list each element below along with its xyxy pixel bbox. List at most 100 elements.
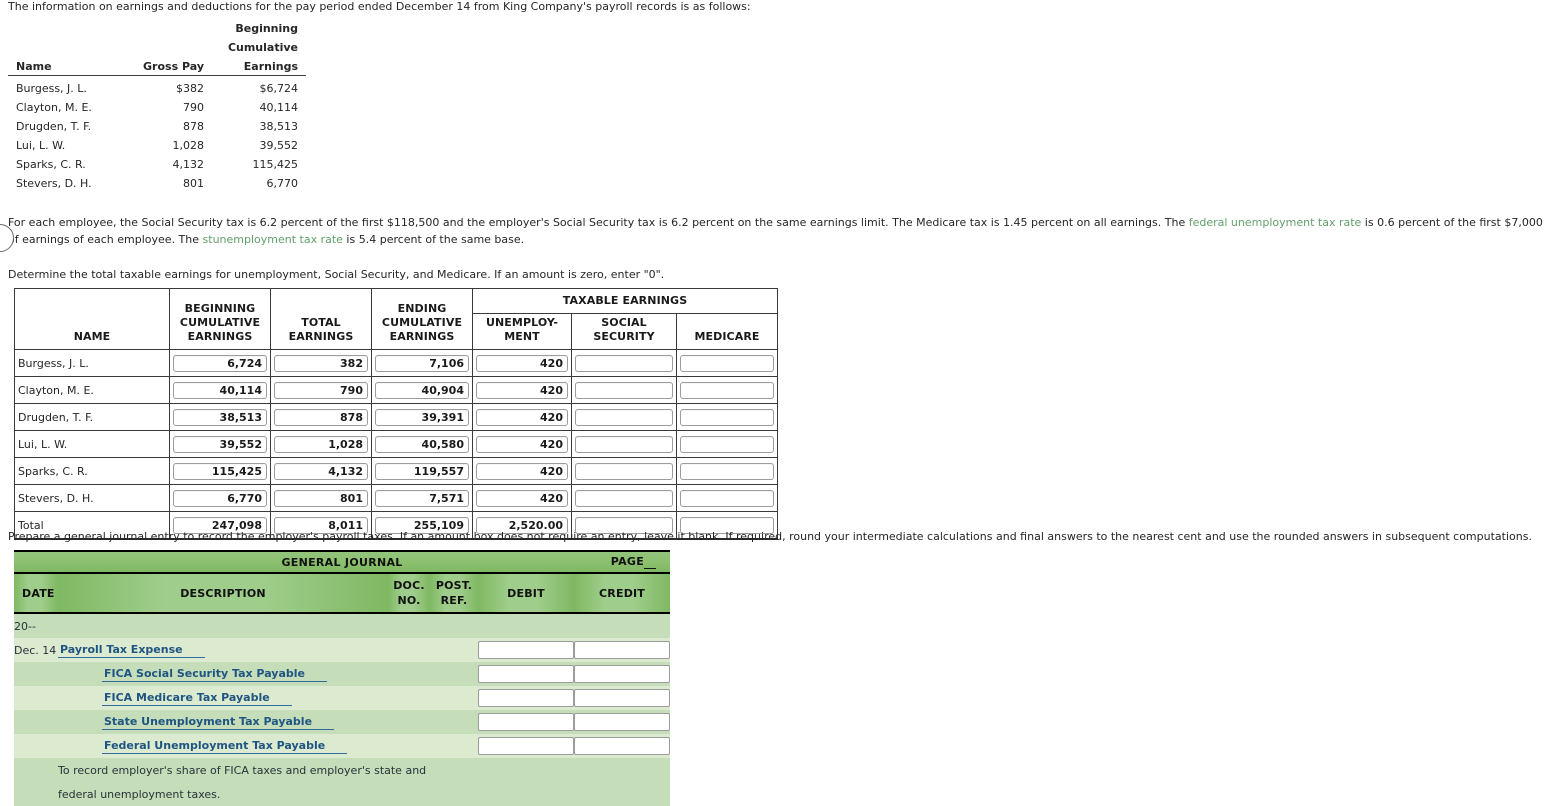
earnings-cell-beginning[interactable]: 6,724 [169,349,271,377]
earnings-cell-social-security[interactable] [571,457,677,485]
debit-input[interactable] [478,665,574,683]
earnings-cell-beginning[interactable]: 38,513 [169,403,271,431]
earnings-cell-social-security[interactable] [571,376,677,404]
journal-entry-description[interactable]: Federal Unemployment Tax Payable [58,734,388,758]
earnings-cell-social-security[interactable] [571,403,677,431]
unemployment-input[interactable]: 420 [476,489,568,507]
state-unemployment-tax-rate-link-end[interactable]: unemployment tax rate [213,233,343,246]
journal-entry-debit-cell[interactable] [478,638,574,662]
ending-earnings-input[interactable]: 40,580 [375,435,469,453]
credit-input[interactable] [574,737,671,755]
total-earnings-input[interactable]: 790 [274,381,368,399]
medicare-input[interactable] [680,408,774,426]
earnings-cell-beginning[interactable]: 6,770 [169,484,271,512]
earnings-cell-social-security[interactable] [571,349,677,377]
earnings-cell-medicare[interactable] [676,457,778,485]
ending-earnings-input[interactable]: 40,904 [375,381,469,399]
journal-entry-credit-cell[interactable] [574,734,671,758]
unemployment-input[interactable]: 420 [476,462,568,480]
journal-entry-description[interactable]: FICA Social Security Tax Payable [58,662,388,686]
medicare-input[interactable] [680,462,774,480]
journal-entry-debit-cell[interactable] [478,686,574,710]
beginning-earnings-input[interactable]: 38,513 [173,408,267,426]
earnings-cell-beginning[interactable]: 40,114 [169,376,271,404]
earnings-cell-medicare[interactable] [676,484,778,512]
journal-entry-credit-cell[interactable] [574,686,671,710]
journal-entry-description[interactable]: State Unemployment Tax Payable [58,710,388,734]
journal-entry-credit-cell[interactable] [574,662,671,686]
social-security-input[interactable] [575,435,673,453]
unemployment-input[interactable]: 420 [476,408,568,426]
earnings-cell-medicare[interactable] [676,403,778,431]
account-select-state-unemployment-tax-payable[interactable]: State Unemployment Tax Payable [102,715,335,730]
account-select-federal-unemployment-tax-payable[interactable]: Federal Unemployment Tax Payable [102,739,348,754]
debit-input[interactable] [478,713,574,731]
journal-entry-credit-cell[interactable] [574,638,671,662]
earnings-cell-beginning[interactable]: 39,552 [169,430,271,458]
journal-entry-credit-cell[interactable] [574,710,671,734]
earnings-cell-unemployment[interactable]: 420 [472,403,572,431]
earnings-cell-medicare[interactable] [676,430,778,458]
ending-earnings-input[interactable]: 7,106 [375,354,469,372]
earnings-cell-ending[interactable]: 7,571 [371,484,473,512]
unemployment-input[interactable]: 420 [476,354,568,372]
total-earnings-input[interactable]: 1,028 [274,435,368,453]
earnings-cell-ending[interactable]: 40,904 [371,376,473,404]
credit-input[interactable] [574,665,671,683]
journal-entry-debit-cell[interactable] [478,710,574,734]
ending-earnings-input[interactable]: 39,391 [375,408,469,426]
beginning-earnings-input[interactable]: 6,724 [173,354,267,372]
earnings-cell-unemployment[interactable]: 420 [472,349,572,377]
debit-input[interactable] [478,737,574,755]
earnings-cell-unemployment[interactable]: 420 [472,484,572,512]
state-unemployment-tax-rate-link-start[interactable]: st [203,233,213,246]
account-select-fica-social-security-tax-payable[interactable]: FICA Social Security Tax Payable [102,667,327,682]
earnings-cell-total[interactable]: 1,028 [270,430,372,458]
ending-earnings-input[interactable]: 119,557 [375,462,469,480]
federal-unemployment-tax-rate-link[interactable]: federal unemployment tax rate [1189,216,1362,229]
credit-input[interactable] [574,713,671,731]
beginning-earnings-input[interactable]: 6,770 [173,489,267,507]
earnings-cell-medicare[interactable] [676,376,778,404]
total-earnings-input[interactable]: 878 [274,408,368,426]
earnings-cell-unemployment[interactable]: 420 [472,430,572,458]
earnings-cell-unemployment[interactable]: 420 [472,457,572,485]
ending-earnings-input[interactable]: 7,571 [375,489,469,507]
earnings-cell-total[interactable]: 382 [270,349,372,377]
earnings-cell-total[interactable]: 790 [270,376,372,404]
journal-entry-description[interactable]: Payroll Tax Expense [58,638,388,662]
journal-entry-debit-cell[interactable] [478,734,574,758]
account-select-fica-medicare-tax-payable[interactable]: FICA Medicare Tax Payable [102,691,292,706]
social-security-input[interactable] [575,462,673,480]
unemployment-input[interactable]: 420 [476,381,568,399]
page-number-field[interactable] [644,555,657,569]
total-earnings-input[interactable]: 382 [274,354,368,372]
debit-input[interactable] [478,641,574,659]
beginning-earnings-input[interactable]: 40,114 [173,381,267,399]
social-security-input[interactable] [575,354,673,372]
social-security-input[interactable] [575,381,673,399]
earnings-cell-total[interactable]: 801 [270,484,372,512]
medicare-input[interactable] [680,381,774,399]
journal-entry-description[interactable]: FICA Medicare Tax Payable [58,686,388,710]
medicare-input[interactable] [680,354,774,372]
credit-input[interactable] [574,641,671,659]
earnings-cell-total[interactable]: 4,132 [270,457,372,485]
earnings-cell-ending[interactable]: 119,557 [371,457,473,485]
earnings-cell-total[interactable]: 878 [270,403,372,431]
earnings-cell-social-security[interactable] [571,484,677,512]
unemployment-input[interactable]: 420 [476,435,568,453]
debit-input[interactable] [478,689,574,707]
total-earnings-input[interactable]: 4,132 [274,462,368,480]
earnings-cell-ending[interactable]: 39,391 [371,403,473,431]
beginning-earnings-input[interactable]: 115,425 [173,462,267,480]
earnings-cell-medicare[interactable] [676,349,778,377]
journal-entry-debit-cell[interactable] [478,662,574,686]
earnings-cell-ending[interactable]: 40,580 [371,430,473,458]
social-security-input[interactable] [575,489,673,507]
medicare-input[interactable] [680,435,774,453]
earnings-cell-social-security[interactable] [571,430,677,458]
credit-input[interactable] [574,689,671,707]
earnings-cell-beginning[interactable]: 115,425 [169,457,271,485]
total-earnings-input[interactable]: 801 [274,489,368,507]
